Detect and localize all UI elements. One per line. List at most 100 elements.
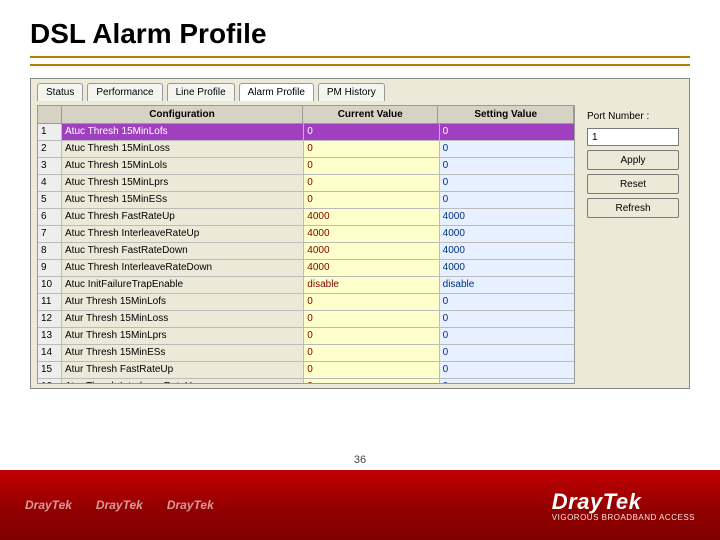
row-current: 0 (304, 158, 439, 174)
table-row[interactable]: 3Atuc Thresh 15MinLols00 (38, 158, 574, 175)
tab-status[interactable]: Status (37, 83, 83, 101)
apply-button[interactable]: Apply (587, 150, 679, 170)
table-row[interactable]: 6Atuc Thresh FastRateUp40004000 (38, 209, 574, 226)
row-setting[interactable]: 0 (440, 294, 574, 310)
row-number: 9 (38, 260, 62, 276)
row-number: 5 (38, 192, 62, 208)
row-current: 0 (304, 124, 439, 140)
row-config: Atur Thresh 15MinLofs (62, 294, 304, 310)
tab-line-profile[interactable]: Line Profile (167, 83, 235, 101)
row-current: 4000 (304, 226, 439, 242)
row-current: 4000 (304, 243, 439, 259)
reset-button[interactable]: Reset (587, 174, 679, 194)
table-row[interactable]: 12Atur Thresh 15MinLoss00 (38, 311, 574, 328)
row-config: Atur Thresh 15MinLprs (62, 328, 304, 344)
row-config: Atuc Thresh FastRateDown (62, 243, 304, 259)
brand-logo-block: DrayTek VIGOROUS BROADBAND ACCESS (552, 489, 695, 522)
col-setting-value: Setting Value (438, 106, 574, 123)
row-current: 0 (304, 294, 439, 310)
row-setting[interactable]: disable (440, 277, 574, 293)
brand-small-3: DrayTek (167, 498, 214, 512)
row-current: 0 (304, 328, 439, 344)
table-row[interactable]: 4Atuc Thresh 15MinLprs00 (38, 175, 574, 192)
row-setting[interactable]: 0 (440, 158, 574, 174)
tab-bar: StatusPerformance Line ProfileAlarm Profi… (31, 79, 689, 101)
row-config: Atur Thresh 15MinESs (62, 345, 304, 361)
row-number: 4 (38, 175, 62, 191)
page-title: DSL Alarm Profile (0, 0, 720, 56)
col-configuration: Configuration (62, 106, 303, 123)
row-config: Atur Thresh FastRateUp (62, 362, 304, 378)
row-config: Atuc Thresh FastRateUp (62, 209, 304, 225)
table-row[interactable]: 15Atur Thresh FastRateUp00 (38, 362, 574, 379)
row-number: 1 (38, 124, 62, 140)
row-setting[interactable]: 0 (440, 345, 574, 361)
title-underline-2 (30, 64, 690, 66)
table-row[interactable]: 8Atuc Thresh FastRateDown40004000 (38, 243, 574, 260)
table-row[interactable]: 14Atur Thresh 15MinESs00 (38, 345, 574, 362)
row-number: 14 (38, 345, 62, 361)
table-row[interactable]: 7Atuc Thresh InterleaveRateUp40004000 (38, 226, 574, 243)
row-config: Atuc Thresh 15MinLols (62, 158, 304, 174)
table-header: Configuration Current Value Setting Valu… (37, 105, 575, 124)
row-number: 2 (38, 141, 62, 157)
row-number: 12 (38, 311, 62, 327)
footer-brand-band: DrayTek DrayTek DrayTek DrayTek VIGOROUS… (0, 470, 720, 540)
row-setting[interactable]: 0 (440, 328, 574, 344)
row-config: Atur Thresh InterleaveRateUp (62, 379, 304, 384)
row-setting[interactable]: 0 (440, 175, 574, 191)
row-setting[interactable]: 0 (440, 192, 574, 208)
port-number-input[interactable] (587, 128, 679, 146)
row-setting[interactable]: 4000 (440, 226, 574, 242)
brand-small-1: DrayTek (25, 498, 72, 512)
tab-alarm-profile[interactable]: Alarm Profile (239, 83, 314, 101)
row-current: 0 (304, 379, 439, 384)
row-number: 6 (38, 209, 62, 225)
row-number: 11 (38, 294, 62, 310)
row-number: 13 (38, 328, 62, 344)
table-row[interactable]: 9Atuc Thresh InterleaveRateDown40004000 (38, 260, 574, 277)
row-config: Atuc InitFailureTrapEnable (62, 277, 304, 293)
config-table: Configuration Current Value Setting Valu… (37, 105, 575, 384)
table-row[interactable]: 11Atur Thresh 15MinLofs00 (38, 294, 574, 311)
refresh-button[interactable]: Refresh (587, 198, 679, 218)
side-panel: Port Number : Apply Reset Refresh (583, 105, 683, 222)
row-config: Atuc Thresh 15MinLofs (62, 124, 304, 140)
row-setting[interactable]: 0 (440, 124, 574, 140)
row-current: disable (304, 277, 439, 293)
row-setting[interactable]: 4000 (440, 243, 574, 259)
tab-pm-history[interactable]: PM History (318, 83, 385, 101)
row-current: 4000 (304, 209, 439, 225)
alarm-profile-panel: StatusPerformance Line ProfileAlarm Profi… (30, 78, 690, 389)
row-current: 0 (304, 362, 439, 378)
title-underline (30, 56, 690, 58)
row-config: Atuc Thresh 15MinLoss (62, 141, 304, 157)
table-row[interactable]: 13Atur Thresh 15MinLprs00 (38, 328, 574, 345)
row-current: 4000 (304, 260, 439, 276)
row-number: 3 (38, 158, 62, 174)
table-row[interactable]: 2Atuc Thresh 15MinLoss00 (38, 141, 574, 158)
row-number: 16 (38, 379, 62, 384)
row-number: 15 (38, 362, 62, 378)
brand-tek: Tek (603, 489, 642, 514)
table-row[interactable]: 5Atuc Thresh 15MinESs00 (38, 192, 574, 209)
row-setting[interactable]: 0 (440, 362, 574, 378)
row-current: 0 (304, 311, 439, 327)
table-row[interactable]: 10Atuc InitFailureTrapEnabledisabledisab… (38, 277, 574, 294)
row-current: 0 (304, 141, 439, 157)
tab-performance[interactable]: Performance (87, 83, 162, 101)
table-body: 1Atuc Thresh 15MinLofs002Atuc Thresh 15M… (37, 124, 575, 384)
row-config: Atuc Thresh 15MinESs (62, 192, 304, 208)
row-setting[interactable]: 0 (440, 379, 574, 384)
row-number: 8 (38, 243, 62, 259)
row-setting[interactable]: 4000 (440, 260, 574, 276)
row-setting[interactable]: 0 (440, 141, 574, 157)
row-setting[interactable]: 4000 (440, 209, 574, 225)
row-current: 0 (304, 345, 439, 361)
row-setting[interactable]: 0 (440, 311, 574, 327)
row-current: 0 (304, 192, 439, 208)
table-row[interactable]: 16Atur Thresh InterleaveRateUp00 (38, 379, 574, 384)
brand-logo: DrayTek (552, 489, 695, 515)
page-number: 36 (354, 454, 366, 466)
table-row[interactable]: 1Atuc Thresh 15MinLofs00 (38, 124, 574, 141)
